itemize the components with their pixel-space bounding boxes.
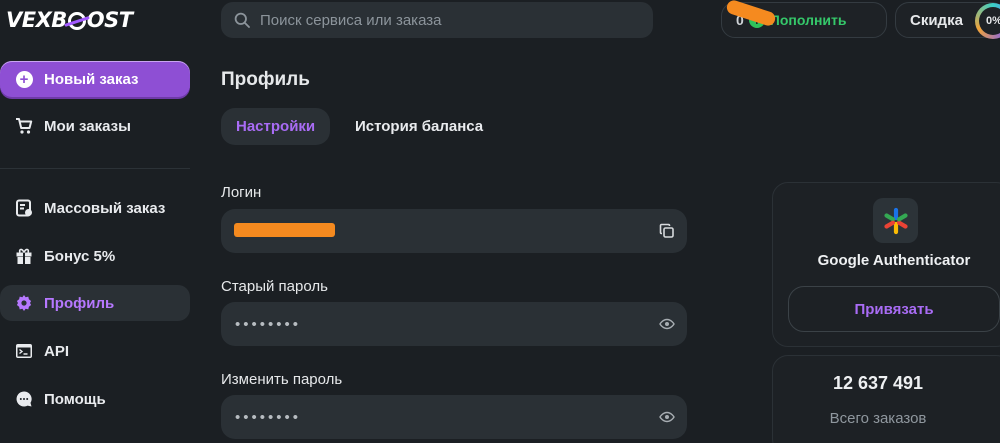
old-password-label: Старый пароль (221, 278, 328, 295)
sidebar-item-label: Мои заказы (44, 117, 131, 135)
sidebar-item-label: Бонус 5% (44, 247, 116, 265)
logo-text-start: VEXB (6, 8, 67, 32)
plus-circle-icon: + (15, 70, 33, 88)
search-icon (234, 12, 250, 28)
sidebar-item-label: Помощь (44, 390, 106, 408)
logo-text-end: OST (86, 8, 133, 32)
copy-icon[interactable] (659, 223, 675, 239)
google-authenticator-icon (873, 198, 918, 243)
discount-value: 0% (979, 7, 1000, 35)
chat-bubble-icon (15, 390, 33, 408)
eye-icon[interactable] (659, 316, 675, 332)
total-orders-label: Всего заказов (829, 410, 927, 427)
sidebar-divider (0, 168, 190, 169)
sidebar-item-mass-order[interactable]: Массовый заказ (0, 190, 190, 226)
sidebar-item-profile[interactable]: Профиль (0, 285, 190, 321)
discount-label: Скидка (910, 11, 963, 29)
old-password-value: •••••••• (235, 315, 302, 333)
sidebar-item-label: API (44, 342, 70, 360)
redaction-scribble (234, 223, 335, 237)
tab-balance-history[interactable]: История баланса (340, 108, 498, 145)
sidebar-item-label: Профиль (44, 294, 115, 312)
gift-icon (15, 247, 33, 265)
sidebar-item-api[interactable]: API (0, 333, 190, 369)
sidebar-item-bonus[interactable]: Бонус 5% (0, 238, 190, 274)
tab-settings[interactable]: Настройки (221, 108, 331, 145)
sidebar-item-label: Массовый заказ (44, 199, 166, 217)
cart-icon (15, 117, 33, 135)
total-orders-value: 12 637 491 (832, 373, 924, 393)
login-field[interactable] (221, 209, 687, 253)
page-title: Профиль (221, 69, 310, 90)
topup-label: Пополнить (769, 12, 847, 28)
sidebar-item-my-orders[interactable]: Мои заказы (0, 108, 190, 144)
clipboard-list-icon (15, 199, 33, 217)
total-orders-card: 12 637 491 Всего заказов (772, 355, 1000, 443)
bind-authenticator-button[interactable]: Привязать (788, 286, 1000, 332)
google-authenticator-title: Google Authenticator (817, 252, 971, 269)
login-label: Логин (221, 184, 262, 201)
search-input[interactable] (260, 11, 640, 29)
old-password-field[interactable]: •••••••• (221, 302, 687, 346)
vexboost-logo[interactable]: VEXB OST (6, 6, 133, 34)
eye-icon[interactable] (659, 409, 675, 425)
sidebar-item-label: Новый заказ (44, 70, 139, 88)
new-password-label: Изменить пароль (221, 371, 343, 388)
logo-ring-icon (67, 12, 86, 30)
sidebar-item-help[interactable]: Помощь (0, 381, 190, 417)
search-bar[interactable] (221, 2, 653, 38)
new-password-value: •••••••• (235, 408, 302, 426)
terminal-icon (15, 342, 33, 360)
new-password-field[interactable]: •••••••• (221, 395, 687, 439)
sidebar-item-new-order[interactable]: + Новый заказ (0, 61, 190, 97)
gear-icon (15, 294, 33, 312)
